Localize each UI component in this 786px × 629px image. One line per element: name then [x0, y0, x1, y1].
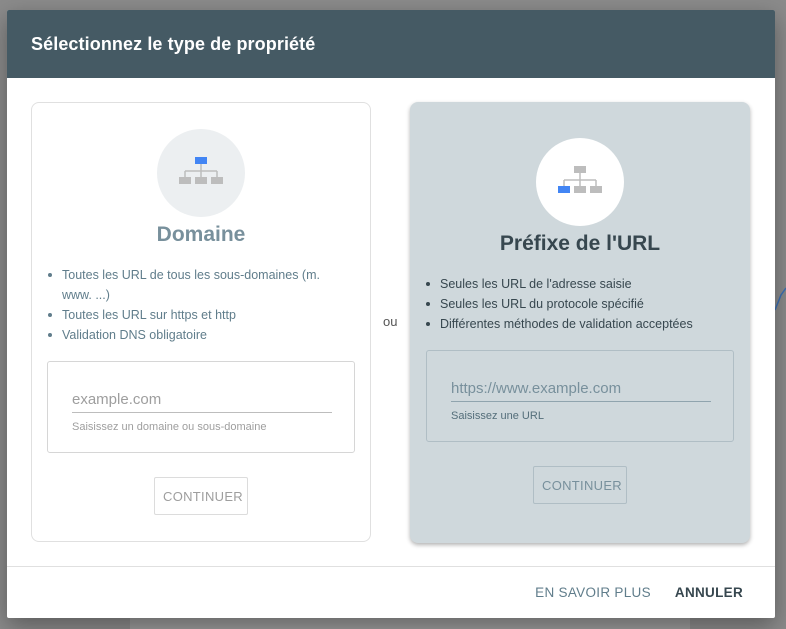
dialog-title: Sélectionnez le type de propriété: [31, 33, 316, 54]
sitemap-branch-icon: [558, 166, 602, 193]
or-separator: ou: [383, 314, 398, 329]
url-input-hint: Saisissez une URL: [451, 410, 544, 422]
dialog-footer: EN SAVOIR PLUS ANNULER: [7, 566, 775, 618]
dialog-body: Domaine Toutes les URL de tous les sous-…: [7, 78, 775, 566]
domain-bullet: Toutes les URL de tous les sous-domaines…: [48, 265, 348, 305]
url-icon-circle: [536, 138, 624, 226]
url-prefix-card[interactable]: Préfixe de l'URL Seules les URL de l'adr…: [410, 102, 750, 543]
domain-continue-button[interactable]: CONTINUER: [154, 477, 248, 515]
domain-bullet-list: Toutes les URL de tous les sous-domaines…: [48, 265, 348, 345]
url-input[interactable]: [451, 376, 711, 402]
url-bullet: Différentes méthodes de validation accep…: [426, 314, 746, 334]
url-bullet-list: Seules les URL de l'adresse saisie Seule…: [426, 274, 746, 334]
url-continue-button[interactable]: CONTINUER: [533, 466, 627, 504]
url-card-title: Préfixe de l'URL: [499, 232, 661, 255]
background-chart: [775, 287, 786, 311]
cancel-button[interactable]: ANNULER: [675, 585, 743, 600]
url-bullet: Seules les URL de l'adresse saisie: [426, 274, 746, 294]
domain-card-title: Domaine: [156, 223, 246, 246]
domain-bullet: Toutes les URL sur https et http: [48, 305, 348, 325]
learn-more-button[interactable]: EN SAVOIR PLUS: [535, 585, 651, 600]
domain-bullet: Validation DNS obligatoire: [48, 325, 348, 345]
sitemap-root-icon: [179, 157, 223, 184]
url-input-box: Saisissez une URL: [426, 350, 734, 442]
domain-input-box: Saisissez un domaine ou sous-domaine: [47, 361, 355, 453]
domain-input[interactable]: [72, 387, 332, 413]
domain-input-hint: Saisissez un domaine ou sous-domaine: [72, 421, 267, 433]
domain-icon-circle: [157, 129, 245, 217]
property-type-dialog: Sélectionnez le type de propriété Domain…: [7, 10, 775, 618]
dialog-header: Sélectionnez le type de propriété: [7, 10, 775, 78]
url-bullet: Seules les URL du protocole spécifié: [426, 294, 746, 314]
domain-card[interactable]: Domaine Toutes les URL de tous les sous-…: [31, 102, 371, 542]
